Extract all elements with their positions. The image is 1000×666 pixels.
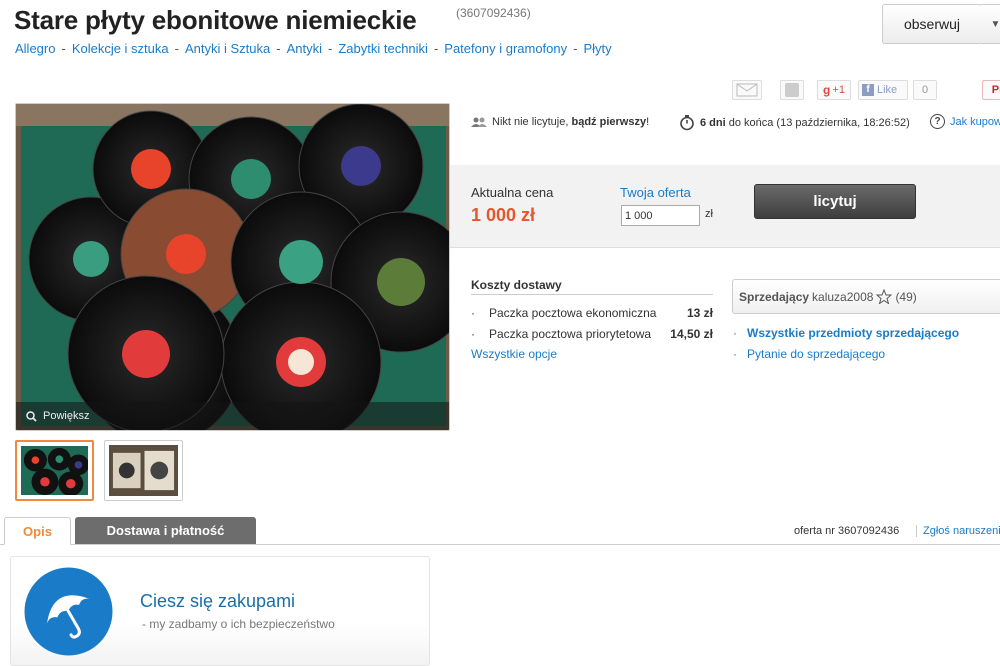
zoom-label: Powiększ — [43, 410, 90, 422]
seller-rating: (49) — [895, 289, 917, 304]
main-product-image[interactable]: Powiększ — [15, 103, 450, 431]
gplus-label: +1 — [832, 84, 845, 96]
page-title: Stare płyty ebonitowe niemieckie — [14, 5, 417, 35]
breadcrumb: Allegro - Kolekcje i sztuka - Antyki i Sztuk… — [15, 41, 612, 56]
bid-status-bold: bądź pierwszy — [571, 116, 647, 128]
time-remaining: 6 dni do końca (13 października, 18:26:5… — [679, 114, 910, 131]
shipping-row: · Paczka pocztowa priorytetowa 14,50 zł — [471, 327, 713, 341]
thumbnail-1[interactable] — [15, 440, 94, 501]
stopwatch-icon — [680, 115, 694, 131]
seller-all-items-link[interactable]: Wszystkie przedmioty sprzedającego — [747, 326, 959, 340]
how-to-buy-label: Jak kupow — [950, 115, 1000, 128]
bullet: · — [733, 326, 737, 340]
bid-status-suffix: ! — [646, 116, 650, 128]
days-left: 6 dni — [700, 116, 726, 129]
tabs-divider — [0, 544, 1000, 545]
breadcrumb-item[interactable]: Antyki i Sztuka — [185, 41, 270, 56]
magnifier-icon — [26, 410, 37, 422]
watch-dropdown-button[interactable]: ▼ — [981, 4, 1000, 44]
breadcrumb-item[interactable]: Kolekcje i sztuka — [72, 41, 169, 56]
like-button[interactable]: f Like — [858, 80, 908, 100]
seller-items-item[interactable]: · Wszystkie przedmioty sprzedającego — [733, 326, 959, 340]
seller-box: Sprzedający kaluza2008 (49) — [732, 279, 1000, 314]
help-icon: ? — [930, 114, 945, 129]
gplus-icon: g — [823, 83, 831, 97]
like-label: Like — [877, 84, 898, 96]
bid-status-prefix: Nikt nie licytuje, — [492, 116, 569, 128]
pinterest-button[interactable]: Pi — [982, 80, 1000, 100]
twitter-icon — [785, 83, 799, 97]
facebook-icon: f — [862, 84, 874, 96]
gplus-button[interactable]: g +1 — [817, 80, 851, 100]
report-violation-link[interactable]: Zgłoś naruszenie — [916, 525, 1000, 537]
shipping-name: Paczka pocztowa priorytetowa — [489, 327, 652, 341]
shipping-price: 14,50 zł — [670, 327, 713, 341]
twitter-share-button[interactable] — [780, 80, 804, 100]
current-price: 1 000 zł — [471, 205, 536, 225]
protection-promo: Ciesz się zakupami - my zadbamy o ich be… — [10, 556, 430, 666]
shipping-title: Koszty dostawy — [471, 278, 713, 295]
all-shipping-options-link[interactable]: Wszystkie opcje — [471, 347, 557, 361]
watch-button[interactable]: obserwuj — [882, 4, 982, 44]
bid-status: Nikt nie licytuje, bądź pierwszy! — [471, 116, 649, 128]
umbrella-icon — [24, 567, 113, 656]
zoom-bar[interactable]: Powiększ — [16, 402, 449, 430]
item-id: (3607092436) — [456, 6, 531, 20]
promo-subtitle: - my zadbamy o ich bezpieczeństwo — [142, 617, 335, 631]
seller-question-item[interactable]: · Pytanie do sprzedającego — [733, 347, 885, 361]
price-panel: Aktualna cena 1 000 zł Twoja oferta zł l… — [450, 165, 1000, 248]
tab-description[interactable]: Opis — [4, 517, 71, 545]
end-time: do końca (13 października, 18:26:52) — [728, 116, 910, 129]
bullet: · — [733, 347, 737, 361]
offer-number: oferta nr 3607092436 — [794, 525, 900, 537]
how-to-buy-link[interactable]: ? Jak kupow — [930, 114, 1000, 129]
bullet: · — [471, 306, 475, 320]
breadcrumb-item[interactable]: Patefony i gramofony — [444, 41, 567, 56]
thumbnail-image — [21, 446, 89, 496]
promo-title: Ciesz się zakupami — [140, 591, 296, 611]
shipping-name: Paczka pocztowa ekonomiczna — [489, 306, 657, 320]
bid-button[interactable]: licytuj — [754, 184, 916, 219]
shipping-price: 13 zł — [686, 306, 713, 320]
your-offer-label: Twoja oferta — [620, 185, 691, 200]
ask-seller-link[interactable]: Pytanie do sprzedającego — [747, 347, 885, 361]
star-icon — [876, 289, 893, 304]
breadcrumb-item[interactable]: Płyty — [583, 41, 611, 56]
chevron-down-icon: ▼ — [990, 18, 1000, 30]
seller-label: Sprzedający — [739, 289, 810, 304]
like-count: 0 — [913, 80, 937, 100]
email-share-button[interactable] — [732, 80, 762, 100]
breadcrumb-item[interactable]: Allegro — [15, 41, 55, 56]
current-price-label: Aktualna cena — [471, 185, 554, 200]
tab-delivery-payment[interactable]: Dostawa i płatność — [75, 517, 256, 544]
bullet: · — [471, 327, 475, 341]
thumbnail-image — [109, 445, 178, 496]
breadcrumb-item[interactable]: Zabytki techniki — [338, 41, 428, 56]
shipping-row: · Paczka pocztowa ekonomiczna 13 zł — [471, 306, 713, 320]
users-icon — [471, 117, 487, 127]
thumbnail-2[interactable] — [104, 440, 183, 501]
envelope-icon — [736, 83, 758, 97]
breadcrumb-item[interactable]: Antyki — [287, 41, 322, 56]
vinyl-records-photo — [16, 104, 449, 430]
offer-currency: zł — [705, 208, 713, 220]
seller-name[interactable]: kaluza2008 — [812, 290, 873, 304]
offer-input[interactable] — [621, 205, 700, 226]
